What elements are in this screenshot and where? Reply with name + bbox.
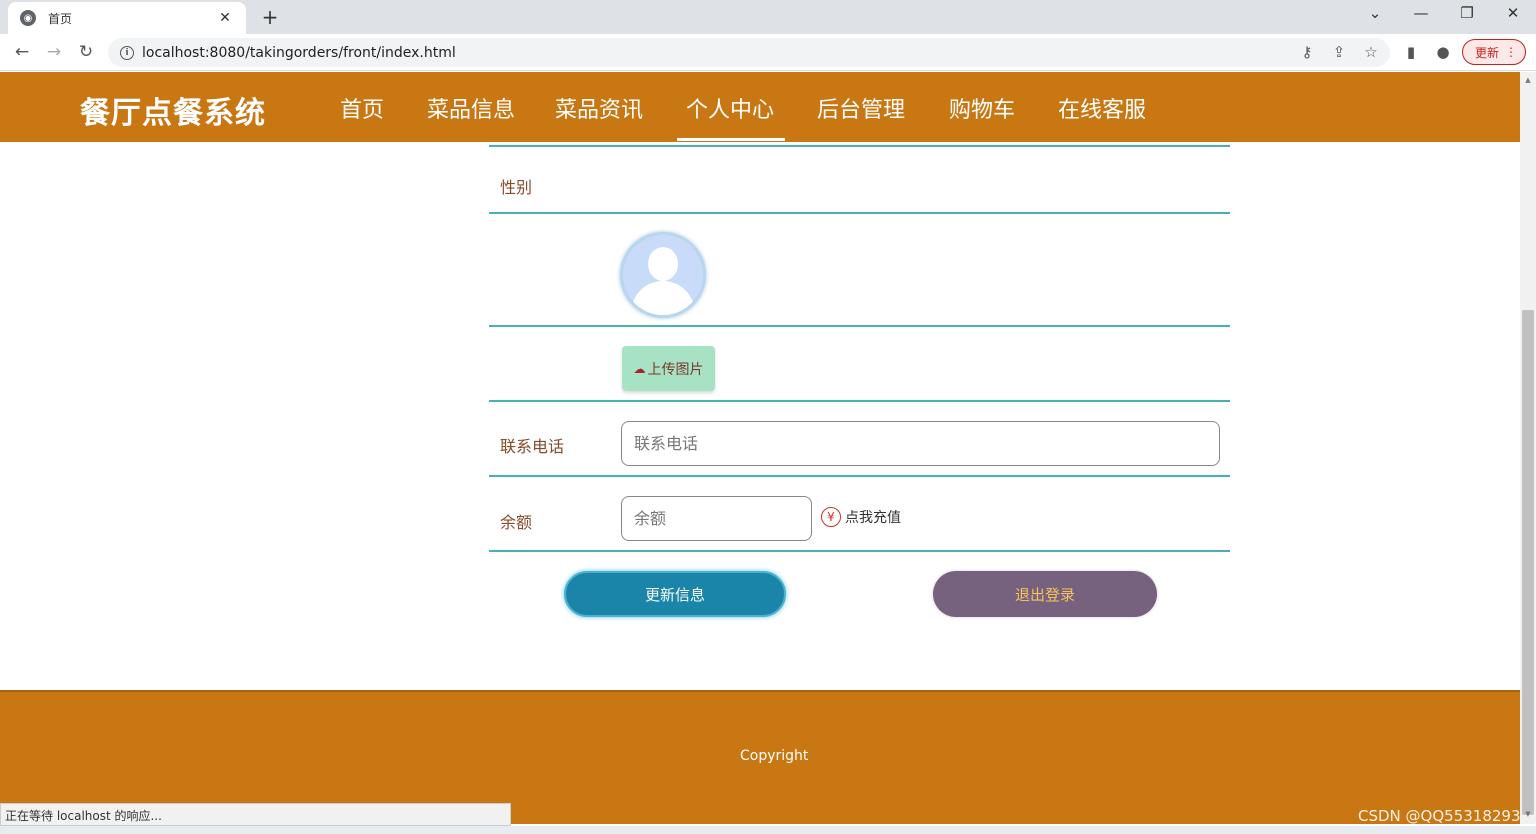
browser-status-bar: 正在等待 localhost 的响应... bbox=[0, 803, 511, 826]
nav-dish-news[interactable]: 菜品资讯 bbox=[555, 92, 643, 124]
tab-search-icon[interactable]: ⌄ bbox=[1360, 4, 1390, 22]
avatar bbox=[620, 232, 706, 318]
form-divider bbox=[489, 145, 1230, 147]
nav-personal-center[interactable]: 个人中心 bbox=[686, 92, 774, 124]
yen-icon: ¥ bbox=[821, 507, 841, 527]
close-window-icon[interactable]: ✕ bbox=[1498, 4, 1528, 22]
form-divider bbox=[489, 550, 1230, 552]
profile-icon[interactable]: ● bbox=[1432, 40, 1454, 64]
browser-tabstrip: ◉ 首页 ✕ + ⌄ — ❐ ✕ bbox=[0, 0, 1536, 34]
nav-cart[interactable]: 购物车 bbox=[949, 92, 1015, 124]
balance-input[interactable] bbox=[621, 496, 812, 541]
tab-title: 首页 bbox=[48, 11, 73, 26]
active-nav-indicator bbox=[677, 138, 785, 141]
logout-button[interactable]: 退出登录 bbox=[933, 571, 1157, 617]
menu-dots-icon[interactable]: ⋮ bbox=[1505, 45, 1517, 59]
scroll-down-icon[interactable]: ▼ bbox=[1522, 810, 1534, 820]
nav-home[interactable]: 首页 bbox=[340, 92, 384, 124]
nav-dish-info[interactable]: 菜品信息 bbox=[427, 92, 515, 124]
browser-tab[interactable]: ◉ 首页 ✕ bbox=[8, 2, 246, 34]
reload-icon[interactable]: ↻ bbox=[74, 40, 98, 64]
form-divider bbox=[489, 325, 1230, 327]
site-info-icon[interactable]: i bbox=[120, 45, 134, 60]
browser-update-button[interactable]: 更新 ⋮ bbox=[1462, 39, 1526, 65]
copyright-text: Copyright bbox=[740, 748, 809, 764]
update-info-button[interactable]: 更新信息 bbox=[564, 571, 786, 617]
forward-icon[interactable]: → bbox=[42, 40, 66, 64]
recharge-label: 点我充值 bbox=[845, 510, 901, 526]
side-panel-icon[interactable]: ▮ bbox=[1400, 40, 1422, 64]
gender-label: 性别 bbox=[500, 178, 533, 197]
url-text[interactable]: localhost:8080/takingorders/front/index.… bbox=[142, 45, 456, 61]
site-header: 餐厅点餐系统 首页 菜品信息 菜品资讯 个人中心 后台管理 购物车 在线客服 bbox=[0, 72, 1520, 142]
share-icon[interactable]: ⇪ bbox=[1328, 40, 1350, 64]
phone-input[interactable] bbox=[621, 421, 1220, 466]
back-icon[interactable]: ← bbox=[10, 40, 34, 64]
site-title: 餐厅点餐系统 bbox=[80, 96, 266, 131]
avatar-body-shape bbox=[631, 281, 695, 315]
form-divider bbox=[489, 400, 1230, 402]
key-icon[interactable]: ⚷ bbox=[1296, 40, 1318, 64]
bookmark-star-icon[interactable]: ☆ bbox=[1360, 40, 1382, 64]
scrollbar-thumb[interactable] bbox=[1522, 310, 1534, 815]
update-label: 更新 bbox=[1475, 45, 1500, 60]
nav-admin[interactable]: 后台管理 bbox=[817, 92, 905, 124]
new-tab-icon[interactable]: + bbox=[258, 5, 282, 29]
cloud-upload-icon: ☁ bbox=[633, 361, 646, 376]
balance-label: 余额 bbox=[500, 513, 533, 532]
minimize-icon[interactable]: — bbox=[1406, 4, 1436, 22]
form-divider bbox=[489, 475, 1230, 477]
watermark-text: CSDN @QQ55318293 bbox=[1358, 807, 1521, 825]
scroll-up-icon[interactable]: ▲ bbox=[1522, 76, 1534, 86]
address-bar[interactable]: i localhost:8080/takingorders/front/inde… bbox=[108, 38, 1390, 67]
nav-online-service[interactable]: 在线客服 bbox=[1058, 92, 1146, 124]
avatar-head-shape bbox=[648, 247, 678, 281]
restore-icon[interactable]: ❐ bbox=[1452, 4, 1482, 22]
browser-toolbar: ← → ↻ i localhost:8080/takingorders/fron… bbox=[0, 34, 1536, 71]
upload-label: 上传图片 bbox=[647, 361, 704, 378]
phone-label: 联系电话 bbox=[500, 437, 565, 456]
upload-image-button[interactable]: ☁ 上传图片 bbox=[622, 346, 715, 391]
globe-icon: ◉ bbox=[20, 10, 36, 26]
recharge-link[interactable]: ¥ 点我充值 bbox=[821, 507, 901, 527]
tab-close-icon[interactable]: ✕ bbox=[216, 10, 234, 26]
os-taskbar bbox=[0, 826, 1536, 834]
form-divider bbox=[489, 212, 1230, 214]
